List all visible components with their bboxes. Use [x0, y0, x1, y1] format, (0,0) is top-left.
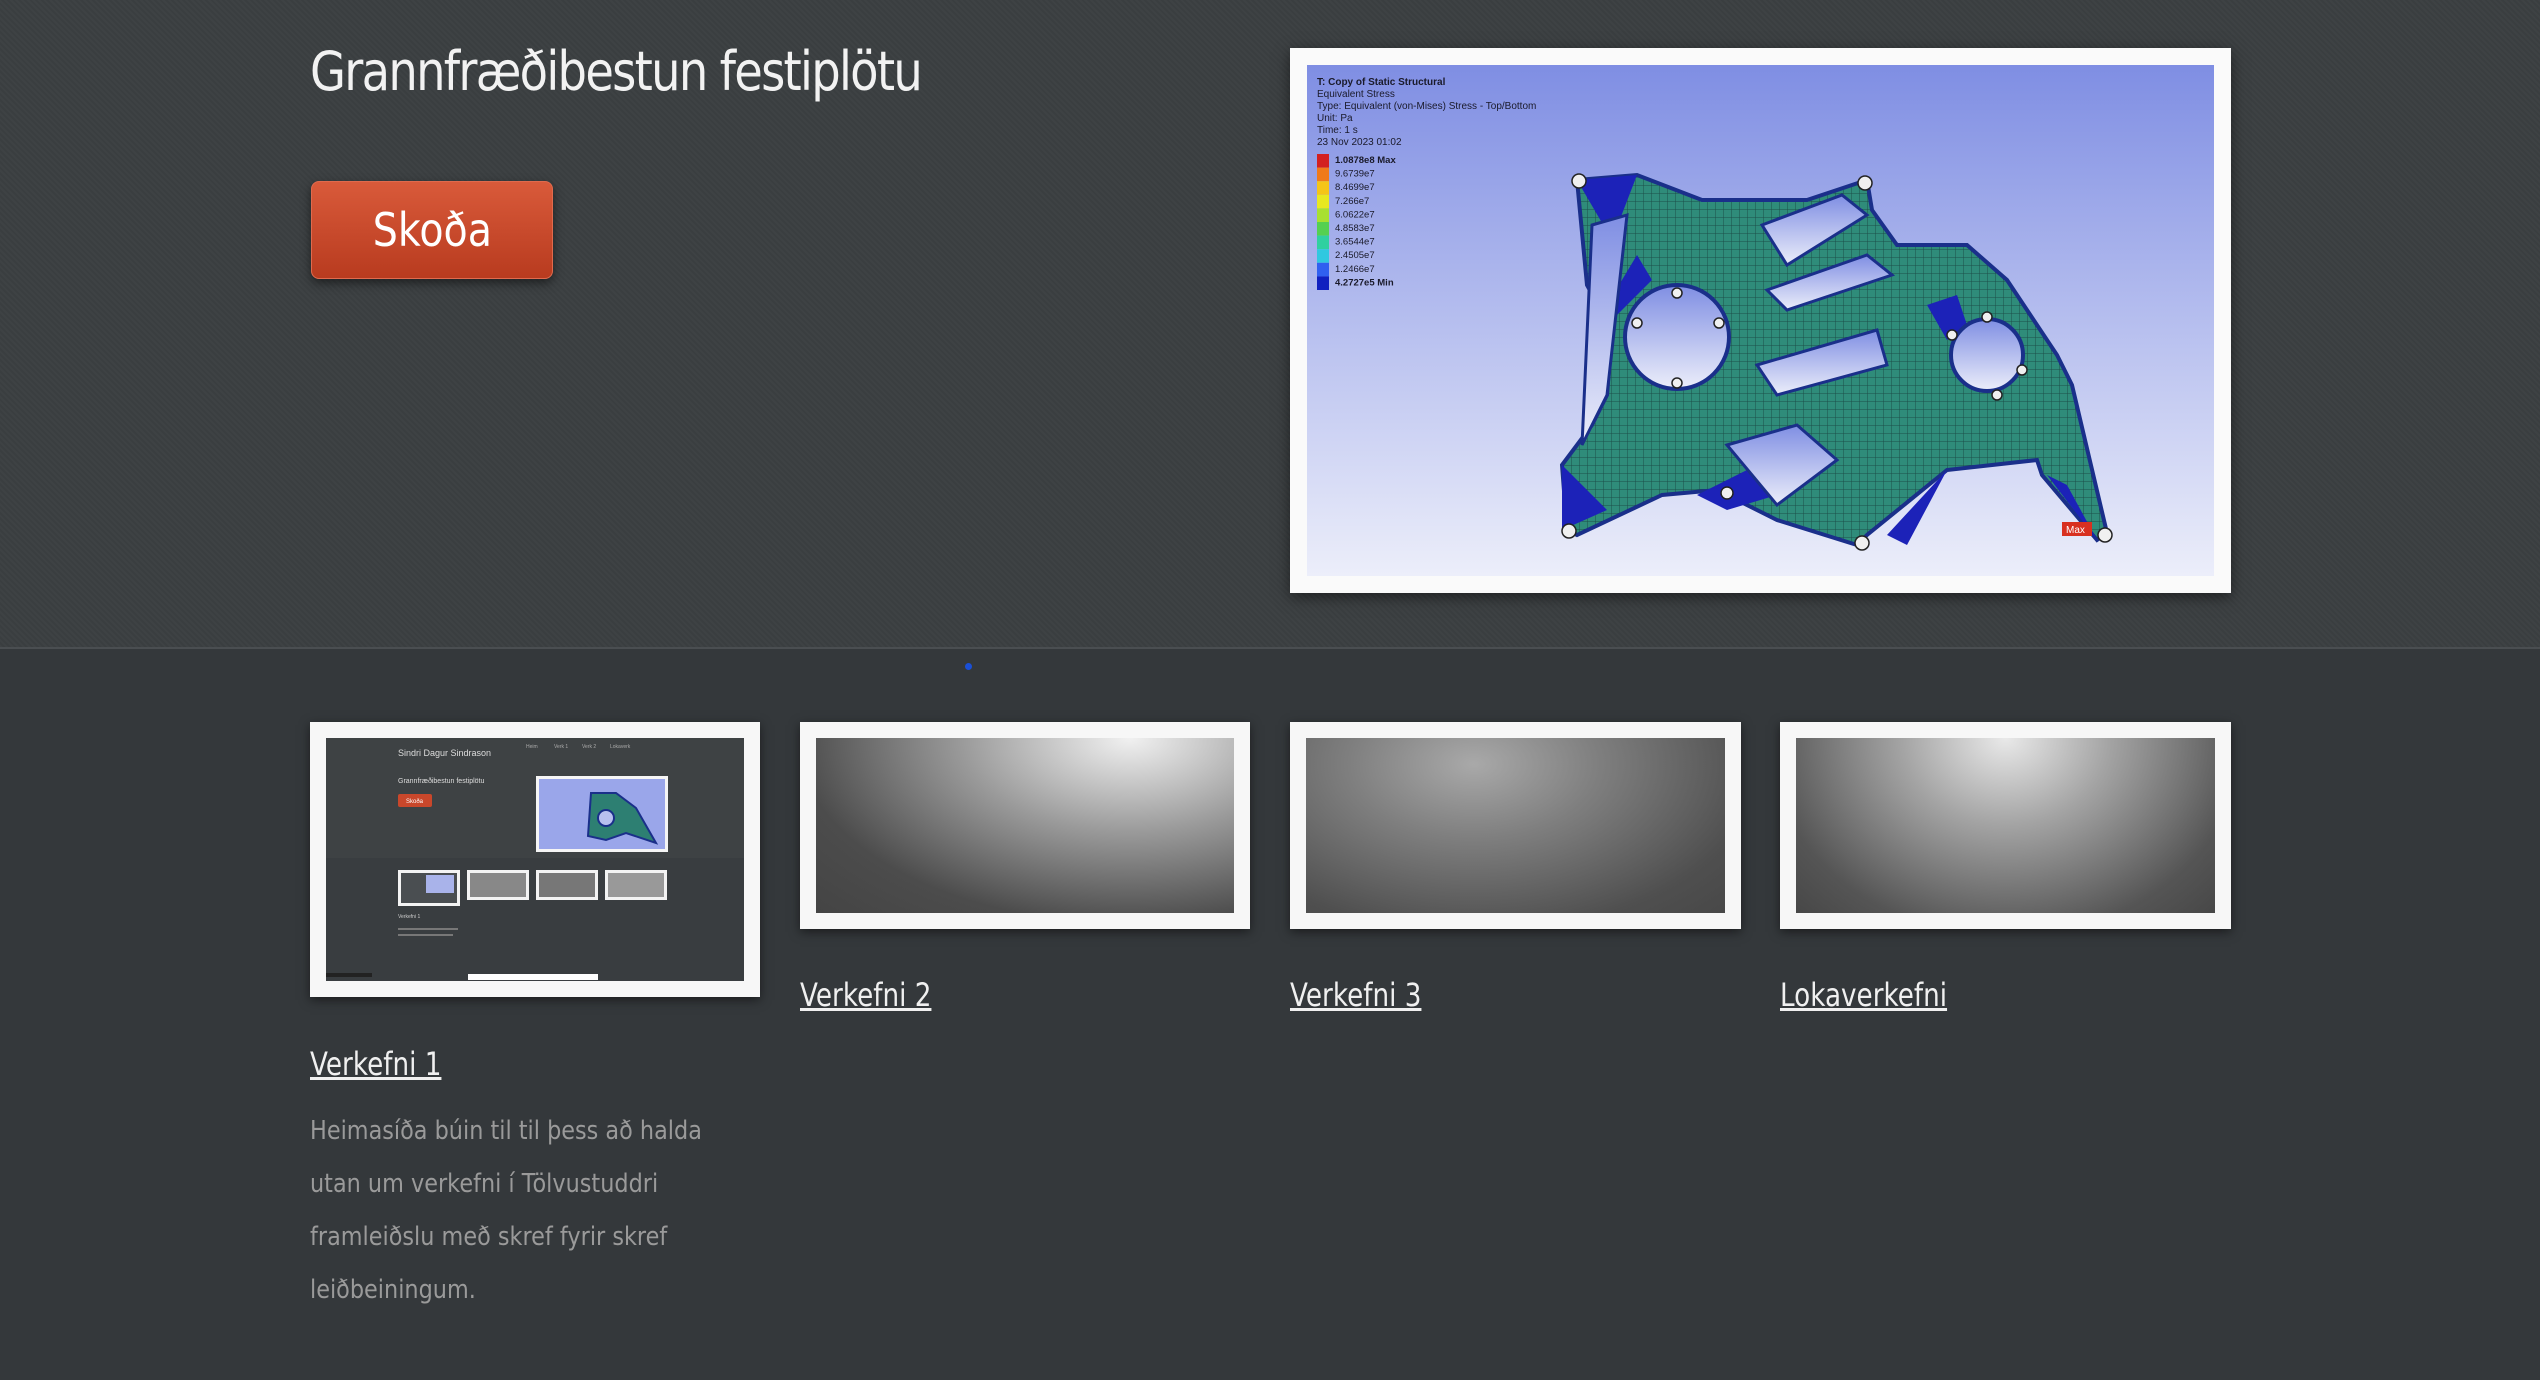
legend-swatch [1317, 222, 1329, 236]
stress-analysis-image: T: Copy of Static Structural Equivalent … [1307, 65, 2214, 576]
figure-header-line: 23 Nov 2023 01:02 [1317, 137, 1402, 148]
legend-label: 4.8583e7 [1335, 223, 1375, 234]
legend-swatch [1317, 154, 1329, 168]
legend-label: 8.4699e7 [1335, 182, 1375, 193]
preview-nav: Verk 1 [554, 744, 568, 750]
project-link-1[interactable]: Verkefni 1 [310, 1045, 441, 1083]
preview-site-name: Sindri Dagur Sindrason [398, 748, 491, 758]
thumbnail-image [816, 738, 1234, 913]
legend-swatch [1317, 208, 1329, 222]
legend-label: 6.0622e7 [1335, 209, 1375, 220]
project-thumbnail-1[interactable]: Sindri Dagur Sindrason Heim Verk 1 Verk … [310, 722, 760, 997]
view-button-label: Skoða [372, 203, 492, 257]
project-description-1: Heimasíða búin til til þess að halda uta… [310, 1116, 702, 1305]
project-thumbnail-4[interactable] [1780, 722, 2231, 929]
project-thumbnail-2[interactable] [800, 722, 1250, 929]
preview-button: Skoða [406, 798, 424, 805]
legend-swatch [1317, 276, 1329, 290]
max-tag: Max [2066, 525, 2085, 536]
figure-header-line: Unit: Pa [1317, 113, 1353, 124]
preview-hero-title: Grannfræðibestun festiplötu [398, 777, 484, 785]
legend-swatch [1317, 194, 1329, 209]
legend-label: 1.0878e8 Max [1335, 155, 1396, 166]
legend-label: 3.6544e7 [1335, 237, 1375, 248]
project-link-3[interactable]: Verkefni 3 [1290, 976, 1421, 1014]
legend-swatch [1317, 167, 1329, 182]
carousel-indicator[interactable] [965, 663, 972, 670]
thumbnail-image [1796, 738, 2215, 913]
project-thumbnail-3[interactable] [1290, 722, 1741, 929]
legend-swatch [1317, 262, 1329, 277]
project-link-4[interactable]: Lokaverkefni [1780, 976, 1947, 1014]
hero-section: Grannfræðibestun festiplötu Skoða T: Cop… [0, 0, 2540, 649]
hero-title: Grannfræðibestun festiplötu [310, 40, 923, 103]
legend-swatch [1317, 249, 1329, 263]
legend-swatch [1317, 181, 1329, 195]
legend-label: 4.2727e5 Min [1335, 277, 1394, 288]
legend-label: 9.6739e7 [1335, 169, 1375, 180]
figure-header-line: Equivalent Stress [1317, 89, 1395, 100]
hero-image-frame[interactable]: T: Copy of Static Structural Equivalent … [1290, 48, 2231, 593]
legend-swatch [1317, 235, 1329, 250]
preview-nav: Lokaverk [610, 744, 631, 750]
figure-header-line: Type: Equivalent (von-Mises) Stress - To… [1317, 101, 1536, 112]
preview-card-title: Verkefni 1 [398, 914, 420, 920]
legend-label: 7.266e7 [1335, 196, 1369, 207]
site-preview: Sindri Dagur Sindrason Heim Verk 1 Verk … [326, 738, 744, 981]
legend-label: 2.4505e7 [1335, 250, 1375, 261]
preview-scrollbar-track [468, 974, 598, 980]
preview-nav: Verk 2 [582, 744, 596, 750]
project-link-2[interactable]: Verkefni 2 [800, 976, 931, 1014]
thumbnail-image [1306, 738, 1725, 913]
view-button[interactable]: Skoða [311, 181, 553, 279]
preview-nav: Heim [526, 744, 538, 750]
preview-scrollbar [326, 973, 372, 977]
legend-label: 1.2466e7 [1335, 264, 1375, 275]
figure-header-line: T: Copy of Static Structural [1317, 77, 1446, 88]
figure-header-line: Time: 1 s [1317, 125, 1358, 136]
